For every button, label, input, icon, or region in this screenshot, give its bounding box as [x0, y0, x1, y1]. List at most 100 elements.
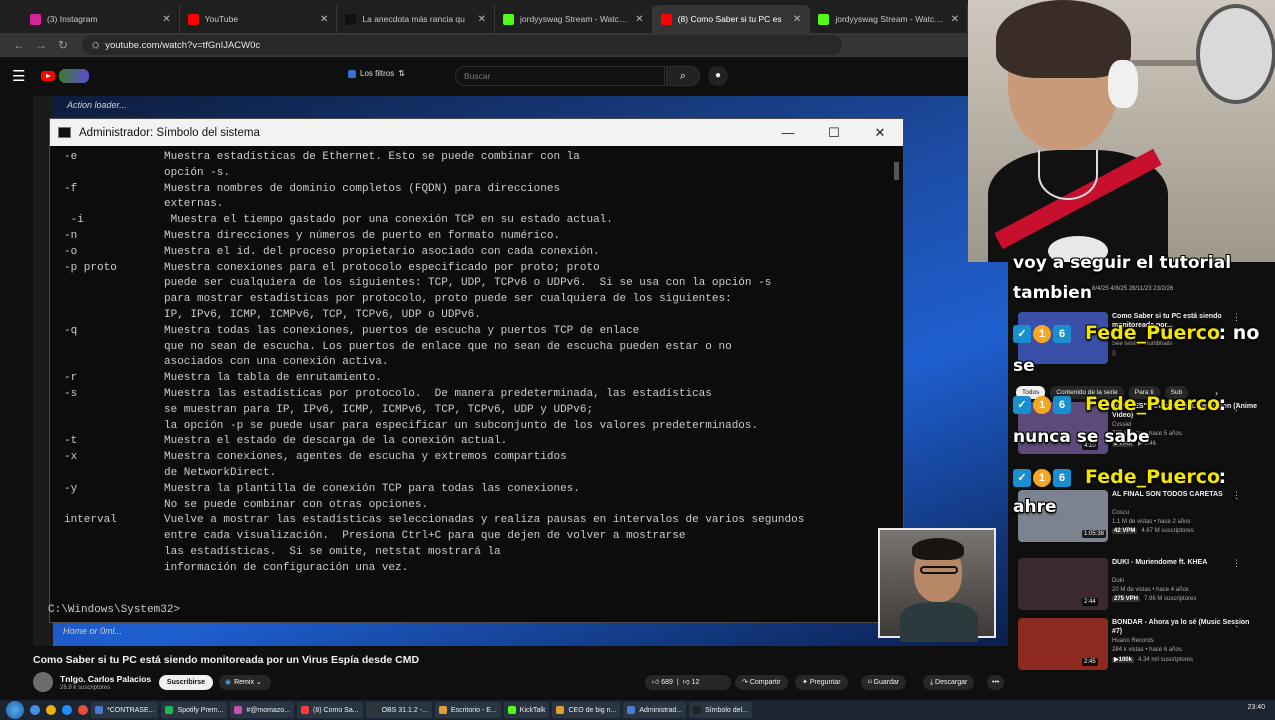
taskbar-app-icon — [95, 706, 103, 714]
reload-icon[interactable]: ↻ — [52, 38, 74, 52]
cmd-window-controls: — ☐ ✕ — [765, 119, 903, 146]
remix-label: Remix — [234, 679, 254, 686]
site-info-icon[interactable]: ⛭ — [92, 40, 99, 51]
taskbar-window-button[interactable]: Spotify Prem... — [161, 702, 228, 718]
cmd-icon — [58, 127, 71, 138]
edge-pinned-icon[interactable] — [62, 705, 72, 715]
share-label: Compartir — [749, 679, 781, 686]
more-options-icon[interactable]: ⋮ — [1232, 558, 1241, 569]
cmd-line-description: se muestran para IP, IPv6, ICMP, ICMPv6,… — [164, 403, 594, 416]
youtube-logo-icon[interactable] — [41, 71, 56, 81]
chrome-pinned-icon[interactable] — [30, 705, 40, 715]
tab-favicon-icon — [660, 13, 672, 25]
taskbar-window-button[interactable]: OBS 31.1.2 -... — [365, 702, 432, 718]
more-options-icon[interactable]: ⋮ — [1232, 618, 1241, 629]
search-input[interactable]: Buscar — [455, 66, 665, 86]
cmd-line-description: información de configuración una vez. — [164, 561, 409, 574]
subscribe-button[interactable]: Suscribirse — [159, 675, 213, 690]
app-pinned-icon[interactable] — [78, 705, 88, 715]
url-field[interactable]: ⛭ youtube.com/watch?v=tfGnIJACW0c — [82, 35, 842, 55]
menu-icon[interactable]: ☰ — [12, 67, 25, 85]
cmd-line-flag: -f — [64, 182, 78, 195]
microphone-icon[interactable]: ● — [708, 66, 728, 86]
filters-button[interactable]: Los filtros ⇅ — [348, 69, 405, 78]
tab-favicon-icon — [503, 13, 515, 25]
back-icon[interactable]: ← — [8, 38, 30, 52]
taskbar-window-button[interactable]: Símbolo del... — [689, 702, 752, 718]
browser-tab[interactable]: La anecdota más rancia qu ✕ — [337, 5, 496, 33]
chat-badges: ✓ 1 6 — [1013, 325, 1071, 343]
streamer-webcam — [968, 0, 1275, 262]
windows-taskbar: *CONTRASE... Spotify Prem... #@momazo... (8… — [0, 700, 1275, 720]
cmd-line-flag: interval — [64, 514, 117, 527]
sub-gift-badge-icon: 6 — [1053, 325, 1071, 343]
download-button[interactable]: ⤓ Descargar — [923, 675, 975, 690]
cmd-line-description: Muestra el tiempo gastado por una conexi… — [164, 214, 613, 227]
like-count: 689 — [661, 679, 673, 686]
like-button[interactable]: 👍︎ 689 — [652, 679, 673, 686]
folder-pinned-icon[interactable] — [46, 705, 56, 715]
channel-name[interactable]: Tnlgo. Carlos Palacios — [60, 674, 151, 684]
tab-close-icon[interactable]: ✕ — [635, 14, 643, 25]
dislike-count: 12 — [691, 679, 700, 686]
taskbar-app-icon — [556, 706, 565, 714]
chat-username: Fede_Puerco — [1085, 322, 1221, 344]
start-button-icon[interactable] — [6, 701, 24, 719]
taskbar-window-button[interactable]: *CONTRASE... — [91, 702, 159, 718]
taskbar-window-button[interactable]: Escritorio - E... — [434, 702, 501, 718]
save-button[interactable]: ⌑ Guardar — [861, 675, 907, 690]
dislike-button[interactable]: 👎︎ 12 — [683, 679, 700, 686]
presenter-facecam — [878, 528, 996, 642]
recommended-video[interactable]: 2:45 BONDAR - Ahora ya lo sé (Music Sessi… — [1018, 618, 1268, 676]
tab-close-icon[interactable]: ✕ — [793, 14, 801, 25]
video-stats: 275 VPH 7.96 M suscriptores — [1112, 596, 1196, 602]
cmd-line-description: que no sean de escucha. Los puertos de e… — [164, 340, 732, 353]
cmd-line-description: Muestra nombres de dominio completos (FQ… — [164, 182, 561, 195]
taskbar-window-button[interactable]: KickTalk — [503, 702, 550, 718]
search-icon[interactable]: ⌕ — [666, 66, 700, 86]
cmd-line-description: puede ser cualquiera de los siguientes: … — [164, 277, 772, 290]
tab-favicon-icon — [345, 13, 357, 25]
more-actions-button[interactable]: ••• — [987, 675, 1005, 690]
tab-close-icon[interactable]: ✕ — [162, 14, 170, 25]
vpm-badge: ▶100k — [1112, 657, 1134, 663]
tab-close-icon[interactable]: ✕ — [478, 14, 486, 25]
taskbar-window-label: Escritorio - E... — [450, 706, 497, 714]
chat-message: : — [1218, 466, 1227, 488]
browser-tab[interactable]: (3) Instagram ✕ — [22, 5, 180, 33]
youtube-doodle[interactable] — [59, 69, 90, 83]
tab-label: (3) Instagram — [47, 14, 98, 24]
download-label: Descargar — [935, 679, 968, 686]
video-stats: ▶100k 4.34 mil suscriptores — [1112, 656, 1193, 663]
share-button[interactable]: ↷ Compartir — [735, 675, 788, 690]
browser-tab[interactable]: YouTube ✕ — [180, 5, 338, 33]
video-player[interactable]: Action loader... Administrador: Símbolo … — [33, 96, 1008, 646]
cmd-scrollbar — [894, 162, 899, 180]
ask-button[interactable]: ✦ Preguntar — [795, 675, 848, 690]
forward-icon[interactable]: → — [30, 38, 52, 52]
chat-username: Fede_Puerco — [1085, 393, 1221, 415]
streamer-chain — [1038, 150, 1098, 200]
taskbar-window-button[interactable]: Administrad... — [623, 702, 687, 718]
taskbar-window-button[interactable]: CEO de big n... — [552, 702, 621, 718]
more-options-icon[interactable]: ⋮ — [1232, 490, 1241, 501]
save-label: Guardar — [873, 679, 900, 686]
remix-button[interactable]: ◉ Remix ⌄ — [219, 675, 271, 690]
browser-tab[interactable]: jordyyswag Stream - Watch Liv ✕ — [495, 5, 653, 33]
tab-close-icon[interactable]: ✕ — [320, 14, 328, 25]
channel-avatar[interactable] — [33, 672, 53, 692]
cmd-line-description: Muestra la plantilla de conexión TCP par… — [164, 482, 580, 495]
more-options-icon[interactable]: ⋮ — [1232, 402, 1241, 413]
tab-close-icon[interactable]: ✕ — [951, 14, 959, 25]
system-clock[interactable]: 23:40 — [1247, 704, 1265, 711]
taskbar-window-button[interactable]: (8) Como Sa... — [297, 702, 363, 718]
browser-tab[interactable]: (8) Como Saber si tu PC es ✕ — [652, 5, 811, 33]
video-overlay-top-text: Action loader... — [67, 100, 127, 110]
chat-message: ahre — [1013, 497, 1057, 517]
video-duration: 2:44 — [1082, 598, 1098, 606]
taskbar-window-button[interactable]: #@momazo... — [230, 702, 295, 718]
recommended-video[interactable]: 2:44 DUKI - Muriendome ft. KHEA Duki 20 M d… — [1018, 558, 1268, 616]
ask-label: Preguntar — [809, 679, 841, 686]
browser-tab[interactable]: jordyyswag Stream - Watch Liv ✕ — [810, 5, 969, 33]
maximize-icon: ☐ — [828, 125, 840, 140]
